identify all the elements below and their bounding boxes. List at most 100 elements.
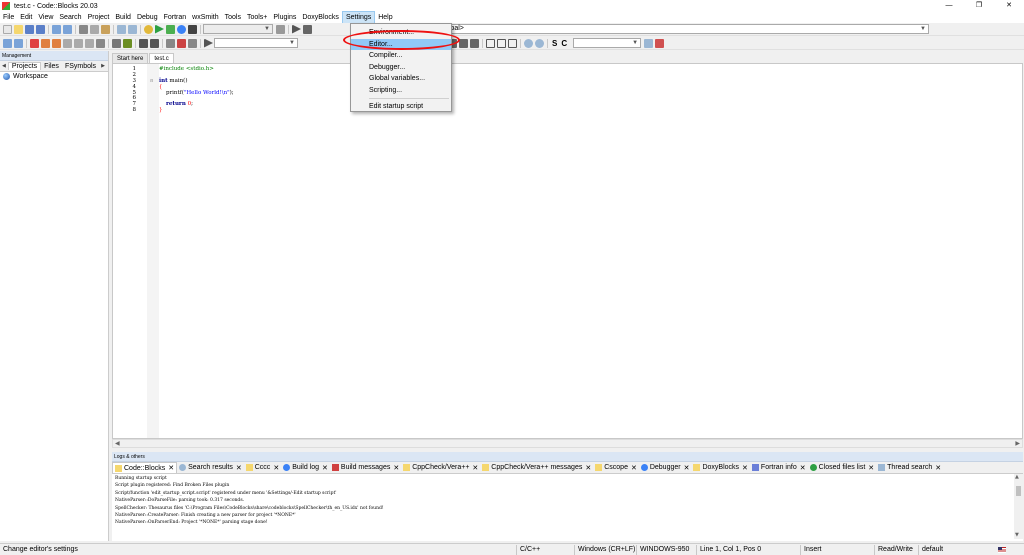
- replace-icon[interactable]: [128, 24, 137, 34]
- spell-c-icon[interactable]: C: [561, 39, 567, 48]
- scroll-up-icon[interactable]: ▲: [1015, 474, 1019, 481]
- scroll-left-icon[interactable]: ◀: [115, 440, 120, 447]
- rect-2-icon[interactable]: [497, 38, 506, 48]
- new-file-icon[interactable]: [3, 24, 12, 34]
- close-icon[interactable]: ✕: [472, 464, 478, 472]
- run-icon[interactable]: [155, 24, 164, 34]
- doxy-icon[interactable]: [123, 38, 132, 48]
- build-run-icon[interactable]: [166, 24, 175, 34]
- close-icon[interactable]: ✕: [168, 464, 174, 472]
- bookmark-prev-icon[interactable]: [41, 38, 50, 48]
- log-output[interactable]: Running startup script Script plugin reg…: [112, 474, 1023, 539]
- spell-s-icon[interactable]: S: [552, 39, 557, 48]
- log-tab-debugger[interactable]: Debugger ✕: [639, 462, 692, 473]
- paste-icon[interactable]: [101, 24, 110, 34]
- menu-item-editor[interactable]: Editor...: [351, 38, 451, 50]
- selection-icon[interactable]: [166, 38, 175, 48]
- fold-margin[interactable]: ⊟: [147, 64, 159, 438]
- stream-comment-icon[interactable]: [96, 38, 105, 48]
- search-options-icon[interactable]: [655, 38, 665, 48]
- tab-test-c[interactable]: test.c: [149, 53, 174, 63]
- menu-item-debugger[interactable]: Debugger...: [351, 62, 451, 74]
- close-icon[interactable]: ✕: [236, 464, 242, 472]
- log-tab-thread-search[interactable]: Thread search ✕: [876, 462, 943, 473]
- tab-files[interactable]: Files: [41, 63, 62, 70]
- menu-search[interactable]: Search: [56, 12, 84, 23]
- log-tab-codeblocks[interactable]: Code::Blocks ✕: [112, 462, 178, 473]
- bookmark-toggle-icon[interactable]: [30, 38, 39, 48]
- tab-fsymbols[interactable]: FSymbols: [62, 63, 99, 70]
- tab-scroll-right-icon[interactable]: ▶: [99, 63, 107, 69]
- log-tab-cccc[interactable]: Cccc ✕: [244, 462, 281, 473]
- jump-forward-icon[interactable]: [14, 38, 23, 48]
- close-icon[interactable]: ✕: [585, 464, 591, 472]
- minimize-icon[interactable]: —: [934, 0, 964, 12]
- search-combo[interactable]: ▼: [573, 38, 642, 48]
- abort-icon[interactable]: [188, 24, 197, 34]
- fmt-2-icon[interactable]: [459, 38, 468, 48]
- brace-icon[interactable]: [150, 38, 159, 48]
- run-to-cursor-icon[interactable]: [204, 38, 213, 48]
- menu-file[interactable]: File: [0, 12, 17, 23]
- close-icon[interactable]: ✕: [994, 0, 1024, 12]
- save-all-icon[interactable]: [36, 24, 45, 34]
- close-icon[interactable]: ✕: [393, 464, 399, 472]
- menu-tools[interactable]: Tools: [222, 12, 244, 23]
- menu-item-global-variables[interactable]: Global variables...: [351, 73, 451, 85]
- uncomment-icon[interactable]: [74, 38, 83, 48]
- search-go-icon[interactable]: [644, 38, 654, 48]
- build-target-combo[interactable]: ▼: [203, 24, 273, 34]
- function-combo[interactable]: ▼: [214, 38, 298, 48]
- save-icon[interactable]: [25, 24, 34, 34]
- rebuild-icon[interactable]: [177, 24, 186, 34]
- menu-project[interactable]: Project: [85, 12, 113, 23]
- menu-debug[interactable]: Debug: [134, 12, 161, 23]
- log-tab-cscope[interactable]: Cscope ✕: [593, 462, 639, 473]
- redo-icon[interactable]: [63, 24, 72, 34]
- log-tab-doxyblocks[interactable]: DoxyBlocks ✕: [691, 462, 749, 473]
- menu-help[interactable]: Help: [375, 12, 395, 23]
- breakpoint-icon[interactable]: [177, 38, 186, 48]
- log-tab-build-log[interactable]: Build log ✕: [281, 462, 330, 473]
- menu-tools-plus[interactable]: Tools+: [244, 12, 270, 23]
- tab-scroll-left-icon[interactable]: ◀: [0, 63, 8, 69]
- scroll-down-icon[interactable]: ▼: [1015, 532, 1019, 539]
- tab-start-here[interactable]: Start here: [112, 53, 149, 63]
- menu-plugins[interactable]: Plugins: [270, 12, 299, 23]
- menu-doxyblocks[interactable]: DoxyBlocks: [299, 12, 342, 23]
- menu-fortran[interactable]: Fortran: [161, 12, 190, 23]
- horizontal-scrollbar[interactable]: ◀ ▶: [112, 439, 1023, 448]
- fold-toggle-icon[interactable]: ⊟: [150, 78, 153, 83]
- scroll-right-icon[interactable]: ▶: [1015, 440, 1020, 447]
- workspace-node[interactable]: Workspace: [0, 72, 108, 81]
- log-tab-cppcheck[interactable]: CppCheck/Vera++ ✕: [401, 462, 480, 473]
- log-tab-closed-files[interactable]: Closed files list ✕: [808, 462, 877, 473]
- close-icon[interactable]: ✕: [322, 464, 328, 472]
- menu-edit[interactable]: Edit: [17, 12, 35, 23]
- menu-wxsmith[interactable]: wxSmith: [189, 12, 221, 23]
- close-icon[interactable]: ✕: [935, 464, 941, 472]
- menu-item-edit-startup-script[interactable]: Edit startup script: [351, 101, 451, 113]
- close-icon[interactable]: ✕: [800, 464, 806, 472]
- close-icon[interactable]: ✕: [868, 464, 874, 472]
- open-folder-icon[interactable]: [14, 24, 23, 34]
- copy-icon[interactable]: [90, 24, 99, 34]
- toggle-comment-icon[interactable]: [85, 38, 94, 48]
- fmt-3-icon[interactable]: [470, 38, 479, 48]
- log-tab-fortran-info[interactable]: Fortran info ✕: [750, 462, 808, 473]
- undo-icon[interactable]: [52, 24, 61, 34]
- menu-view[interactable]: View: [35, 12, 56, 23]
- menu-item-compiler[interactable]: Compiler...: [351, 50, 451, 62]
- bookmark-next-icon[interactable]: [52, 38, 61, 48]
- scroll-thumb[interactable]: [1016, 486, 1021, 496]
- find-icon[interactable]: [117, 24, 126, 34]
- box-comment-icon[interactable]: [112, 38, 121, 48]
- scope-combo[interactable]: <global> ▼: [433, 24, 929, 34]
- menu-build[interactable]: Build: [112, 12, 134, 23]
- tab-projects[interactable]: Projects: [7, 62, 42, 70]
- cut-icon[interactable]: [79, 24, 88, 34]
- log-tab-search-results[interactable]: Search results ✕: [177, 462, 244, 473]
- highlight-icon[interactable]: [188, 38, 197, 48]
- target-props-icon[interactable]: [276, 24, 285, 34]
- jump-back-icon[interactable]: [3, 38, 12, 48]
